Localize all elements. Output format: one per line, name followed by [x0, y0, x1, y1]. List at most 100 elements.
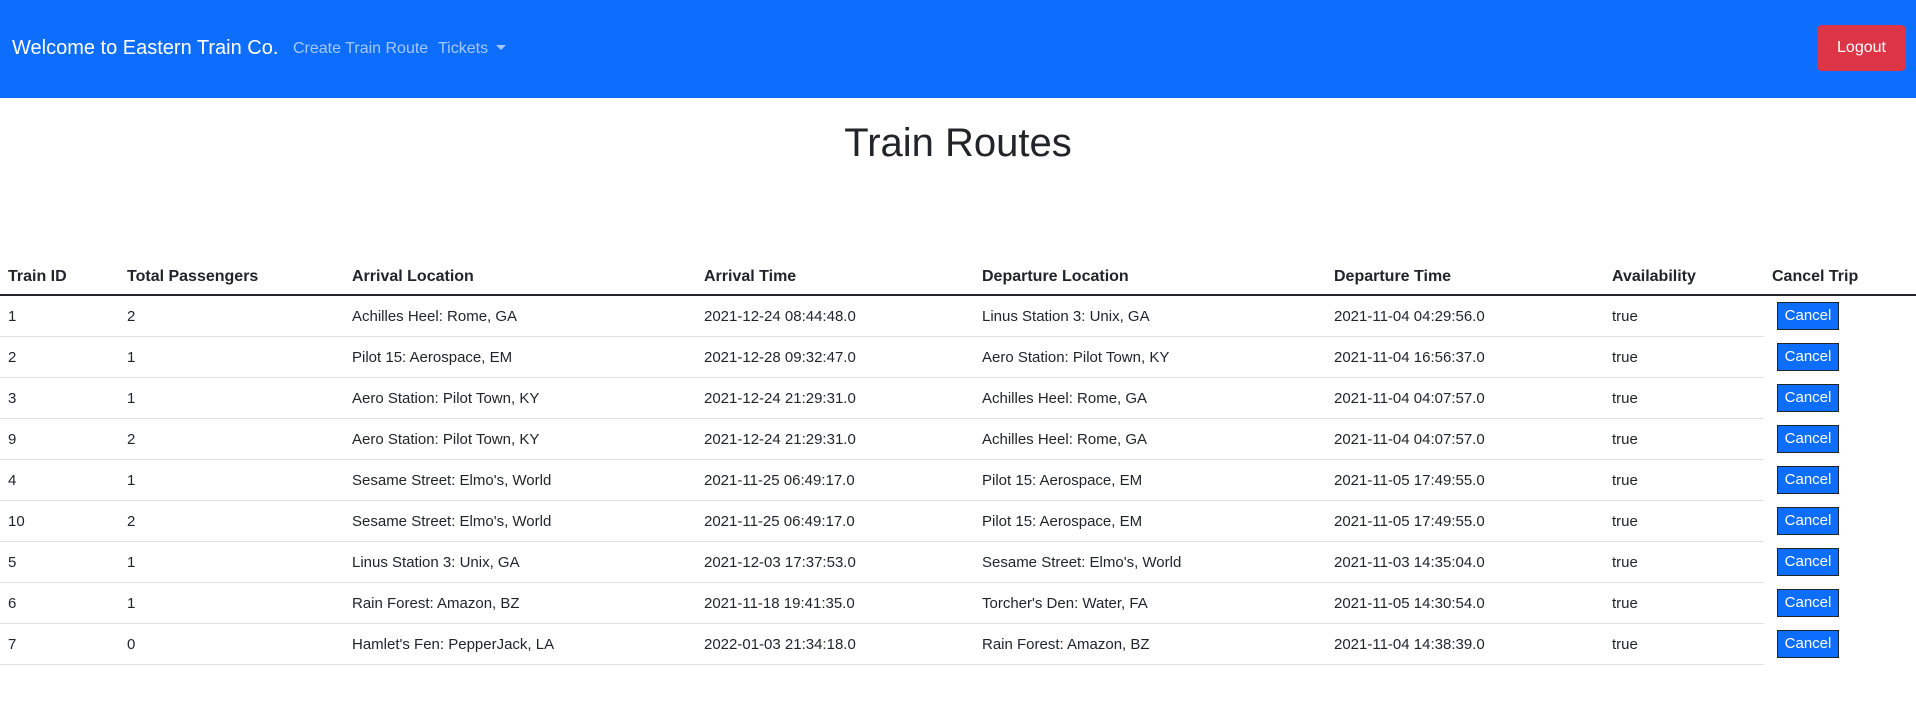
cell-passengers: 1 [119, 541, 344, 583]
cell-arrival-time: 2021-12-28 09:32:47.0 [696, 336, 974, 378]
cell-arrival-location: Sesame Street: Elmo's, World [344, 500, 696, 542]
cell-availability: true [1604, 623, 1764, 665]
nav-tickets-label: Tickets [438, 40, 489, 57]
cell-train-id: 3 [0, 377, 119, 419]
cell-cancel: Cancel [1764, 460, 1916, 501]
cell-departure-location: Sesame Street: Elmo's, World [974, 541, 1326, 583]
cell-cancel: Cancel [1764, 624, 1916, 665]
table-row: 3 1 Aero Station: Pilot Town, KY 2021-12… [0, 377, 1916, 419]
cell-arrival-time: 2021-12-03 17:37:53.0 [696, 541, 974, 583]
cell-cancel: Cancel [1764, 378, 1916, 419]
cell-arrival-location: Aero Station: Pilot Town, KY [344, 418, 696, 460]
cell-train-id: 1 [0, 295, 119, 337]
cancel-trip-button[interactable]: Cancel [1777, 343, 1839, 371]
cell-passengers: 1 [119, 336, 344, 378]
cell-arrival-location: Achilles Heel: Rome, GA [344, 295, 696, 337]
cancel-trip-button[interactable]: Cancel [1777, 507, 1839, 535]
cancel-trip-button[interactable]: Cancel [1777, 630, 1839, 658]
cell-departure-location: Linus Station 3: Unix, GA [974, 295, 1326, 337]
cell-departure-location: Rain Forest: Amazon, BZ [974, 623, 1326, 665]
table-body: 1 2 Achilles Heel: Rome, GA 2021-12-24 0… [0, 295, 1916, 665]
cell-passengers: 0 [119, 623, 344, 665]
cancel-trip-button[interactable]: Cancel [1777, 302, 1839, 331]
table-row: 2 1 Pilot 15: Aerospace, EM 2021-12-28 0… [0, 336, 1916, 378]
cell-cancel: Cancel [1764, 295, 1916, 337]
table-row: 1 2 Achilles Heel: Rome, GA 2021-12-24 0… [0, 295, 1916, 337]
cell-passengers: 1 [119, 459, 344, 501]
logout-button[interactable]: Logout [1817, 25, 1906, 71]
cell-arrival-location: Sesame Street: Elmo's, World [344, 459, 696, 501]
cell-departure-time: 2021-11-03 14:35:04.0 [1326, 541, 1604, 583]
cell-departure-location: Torcher's Den: Water, FA [974, 582, 1326, 624]
header-train-id: Train ID [0, 259, 119, 296]
cell-cancel: Cancel [1764, 542, 1916, 583]
cell-train-id: 7 [0, 623, 119, 665]
table-row: 4 1 Sesame Street: Elmo's, World 2021-11… [0, 459, 1916, 501]
cell-departure-location: Pilot 15: Aerospace, EM [974, 500, 1326, 542]
cell-arrival-location: Aero Station: Pilot Town, KY [344, 377, 696, 419]
cell-availability: true [1604, 295, 1764, 337]
cell-availability: true [1604, 377, 1764, 419]
cell-departure-time: 2021-11-05 17:49:55.0 [1326, 459, 1604, 501]
table-row: 9 2 Aero Station: Pilot Town, KY 2021-12… [0, 418, 1916, 460]
table-row: 10 2 Sesame Street: Elmo's, World 2021-1… [0, 500, 1916, 542]
cell-cancel: Cancel [1764, 501, 1916, 542]
header-total-passengers: Total Passengers [119, 259, 344, 296]
header-departure-location: Departure Location [974, 259, 1326, 296]
cell-train-id: 2 [0, 336, 119, 378]
cell-cancel: Cancel [1764, 419, 1916, 460]
top-navbar: Welcome to Eastern Train Co. Create Trai… [0, 0, 1916, 98]
cell-departure-location: Pilot 15: Aerospace, EM [974, 459, 1326, 501]
cell-train-id: 10 [0, 500, 119, 542]
cell-arrival-time: 2021-11-18 19:41:35.0 [696, 582, 974, 624]
header-arrival-time: Arrival Time [696, 259, 974, 296]
cell-arrival-location: Pilot 15: Aerospace, EM [344, 336, 696, 378]
header-arrival-location: Arrival Location [344, 259, 696, 296]
cell-availability: true [1604, 418, 1764, 460]
cell-arrival-time: 2021-11-25 06:49:17.0 [696, 500, 974, 542]
cell-passengers: 2 [119, 500, 344, 542]
cell-passengers: 1 [119, 377, 344, 419]
cell-availability: true [1604, 500, 1764, 542]
cell-arrival-time: 2021-11-25 06:49:17.0 [696, 459, 974, 501]
cell-departure-time: 2021-11-04 04:07:57.0 [1326, 377, 1604, 419]
cell-availability: true [1604, 541, 1764, 583]
cell-arrival-time: 2021-12-24 08:44:48.0 [696, 295, 974, 337]
cell-departure-location: Aero Station: Pilot Town, KY [974, 336, 1326, 378]
cell-train-id: 4 [0, 459, 119, 501]
cell-train-id: 9 [0, 418, 119, 460]
cell-cancel: Cancel [1764, 583, 1916, 624]
header-departure-time: Departure Time [1326, 259, 1604, 296]
cancel-trip-button[interactable]: Cancel [1777, 425, 1839, 453]
cell-arrival-location: Linus Station 3: Unix, GA [344, 541, 696, 583]
cancel-trip-button[interactable]: Cancel [1777, 589, 1839, 617]
cell-departure-location: Achilles Heel: Rome, GA [974, 418, 1326, 460]
nav-create-train-route[interactable]: Create Train Route [293, 39, 428, 59]
cell-departure-time: 2021-11-04 16:56:37.0 [1326, 336, 1604, 378]
cancel-trip-button[interactable]: Cancel [1777, 548, 1839, 576]
cell-departure-time: 2021-11-04 04:07:57.0 [1326, 418, 1604, 460]
train-routes-table: Train ID Total Passengers Arrival Locati… [0, 259, 1916, 665]
cell-availability: true [1604, 582, 1764, 624]
cell-departure-time: 2021-11-04 14:38:39.0 [1326, 623, 1604, 665]
cell-availability: true [1604, 336, 1764, 378]
cell-availability: true [1604, 459, 1764, 501]
table-row: 5 1 Linus Station 3: Unix, GA 2021-12-03… [0, 541, 1916, 583]
table-row: 7 0 Hamlet's Fen: PepperJack, LA 2022-01… [0, 623, 1916, 665]
cancel-trip-button[interactable]: Cancel [1777, 466, 1839, 494]
cell-arrival-time: 2021-12-24 21:29:31.0 [696, 377, 974, 419]
cell-arrival-location: Rain Forest: Amazon, BZ [344, 582, 696, 624]
header-cancel-trip: Cancel Trip [1764, 259, 1916, 296]
cell-passengers: 2 [119, 418, 344, 460]
header-availability: Availability [1604, 259, 1764, 296]
cell-departure-location: Achilles Heel: Rome, GA [974, 377, 1326, 419]
brand-link[interactable]: Welcome to Eastern Train Co. [12, 36, 278, 60]
cell-cancel: Cancel [1764, 337, 1916, 378]
cell-train-id: 6 [0, 582, 119, 624]
cell-arrival-time: 2022-01-03 21:34:18.0 [696, 623, 974, 665]
cell-arrival-location: Hamlet's Fen: PepperJack, LA [344, 623, 696, 665]
cell-departure-time: 2021-11-05 14:30:54.0 [1326, 582, 1604, 624]
cancel-trip-button[interactable]: Cancel [1777, 384, 1839, 412]
nav-tickets-dropdown[interactable]: Tickets [438, 39, 507, 59]
table-row: 6 1 Rain Forest: Amazon, BZ 2021-11-18 1… [0, 582, 1916, 624]
